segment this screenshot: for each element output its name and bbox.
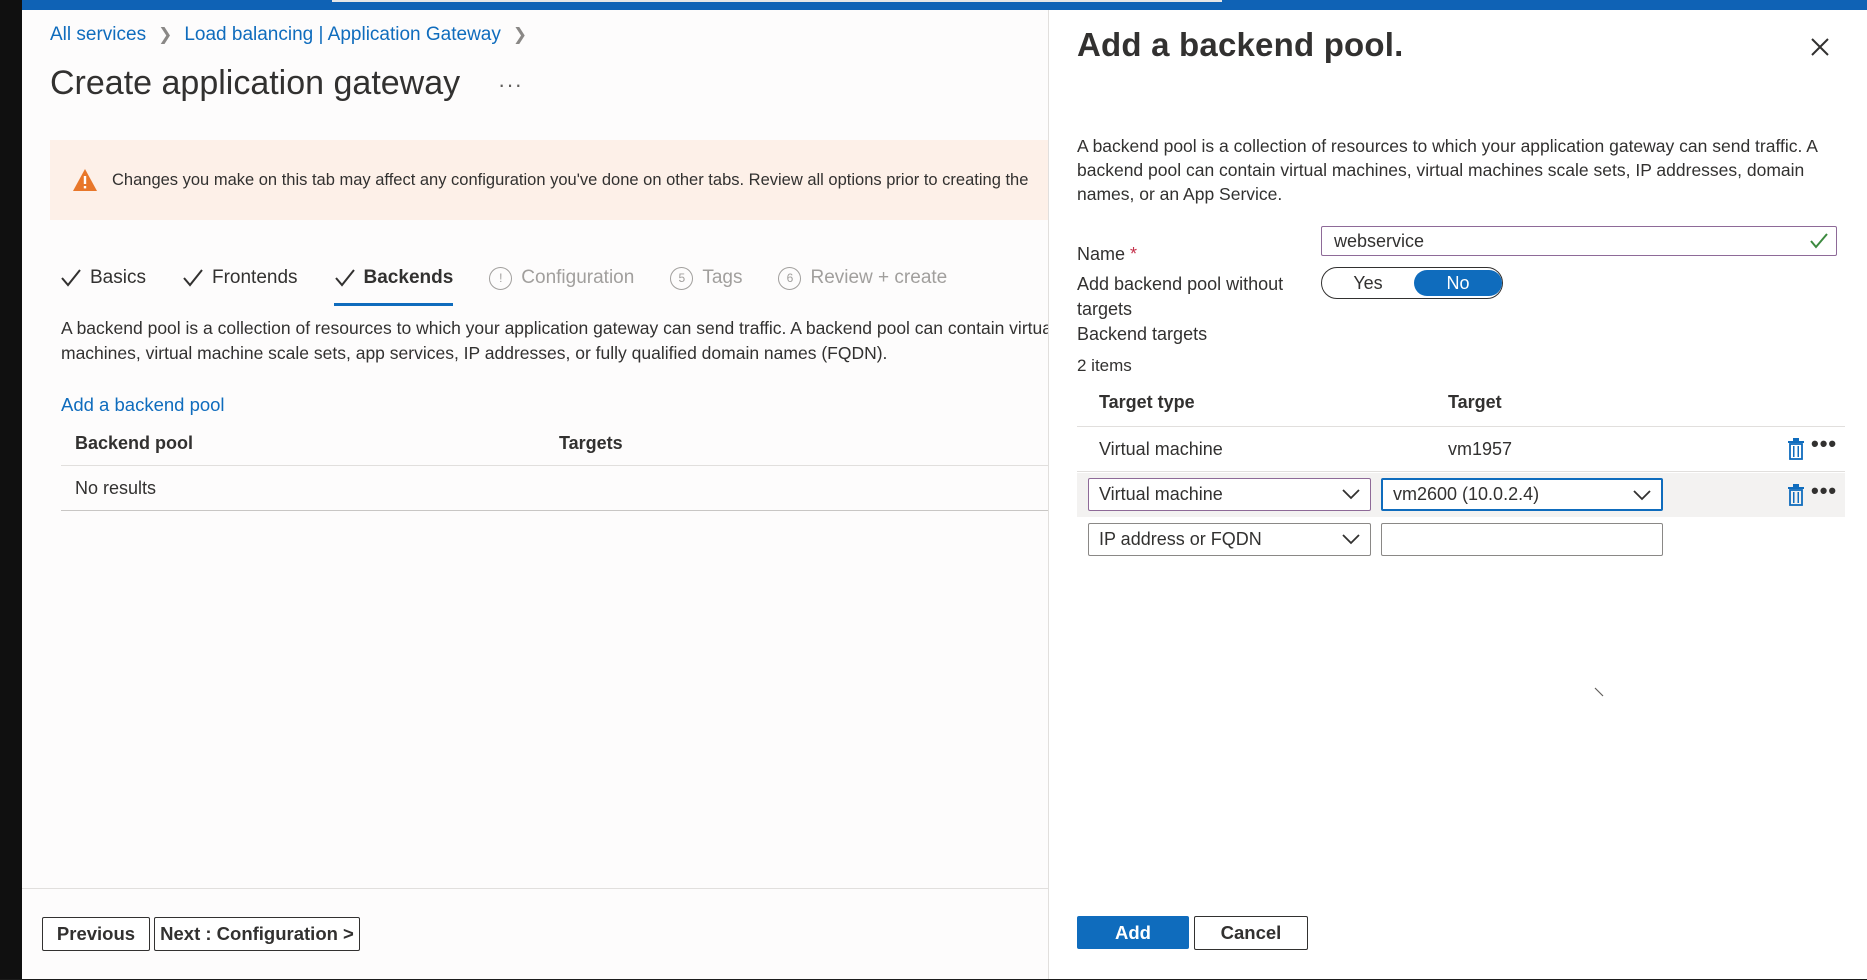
targets-table-header: Target type Target <box>1077 378 1845 427</box>
tab-label: Review + create <box>810 267 948 288</box>
without-targets-toggle[interactable]: Yes No <box>1321 267 1503 299</box>
mouse-cursor-icon <box>1594 687 1604 697</box>
column-header-target-type: Target type <box>1099 392 1195 412</box>
chevron-down-icon <box>1633 490 1651 501</box>
wizard-footer: Previous Next : Configuration > <box>22 888 1048 980</box>
tab-label: Configuration <box>521 267 635 288</box>
add-button[interactable]: Add <box>1077 916 1189 949</box>
add-backend-pool-panel: Add a backend pool. A backend pool is a … <box>1048 10 1867 979</box>
panel-title: Add a backend pool. <box>1077 26 1404 63</box>
portal-top-bar <box>22 0 1867 10</box>
delete-icon[interactable] <box>1787 484 1805 506</box>
target-cell: vm1957 <box>1448 438 1513 459</box>
backend-pool-table: Backend pool Targets No results <box>61 422 1061 511</box>
items-count: 2 items <box>1077 356 1132 375</box>
table-row: Virtual machine vm1957 ••• <box>1077 427 1845 471</box>
chevron-right-icon: ❯ <box>512 25 528 44</box>
checkmark-icon <box>334 269 355 287</box>
backend-targets-label: Backend targets <box>1077 324 1208 344</box>
name-input-value: webservice <box>1334 230 1425 251</box>
column-header-target: Target <box>1448 392 1502 412</box>
checkmark-icon <box>61 269 81 287</box>
target-input[interactable] <box>1381 523 1663 556</box>
tab-label: Backends <box>363 267 454 288</box>
tab-configuration[interactable]: ! Configuration <box>489 258 634 298</box>
previous-button[interactable]: Previous <box>42 917 150 951</box>
name-label-text: Name <box>1077 244 1126 264</box>
table-header: Backend pool Targets <box>61 422 1061 466</box>
empty-results-text: No results <box>75 477 157 498</box>
tab-frontends[interactable]: Frontends <box>182 258 298 298</box>
column-header-targets: Targets <box>559 433 623 453</box>
dropdown-value: IP address or FQDN <box>1099 529 1262 549</box>
tab-tags[interactable]: 5 Tags <box>670 258 742 298</box>
close-icon[interactable] <box>1809 36 1831 58</box>
tab-review-create[interactable]: 6 Review + create <box>778 258 947 298</box>
toggle-yes-option[interactable]: Yes <box>1324 270 1412 296</box>
delete-icon[interactable] <box>1787 438 1805 460</box>
next-configuration-button[interactable]: Next : Configuration > <box>154 917 360 951</box>
target-type-dropdown[interactable]: IP address or FQDN <box>1088 523 1371 556</box>
create-gateway-blade: All services ❯ Load balancing | Applicat… <box>22 10 1061 980</box>
row-divider <box>1077 471 1845 472</box>
more-options-button[interactable]: ··· <box>498 72 523 98</box>
breadcrumb-all-services[interactable]: All services <box>50 24 146 46</box>
more-icon[interactable]: ••• <box>1811 431 1837 457</box>
cancel-button[interactable]: Cancel <box>1194 916 1308 950</box>
step-number-icon: 6 <box>778 266 802 290</box>
tab-label: Basics <box>90 267 146 288</box>
required-marker: * <box>1130 244 1138 264</box>
warning-text: Changes you make on this tab may affect … <box>112 170 1029 189</box>
checkmark-icon <box>183 269 203 287</box>
add-backend-pool-link[interactable]: Add a backend pool <box>61 394 225 416</box>
target-dropdown[interactable]: vm2600 (10.0.2.4) <box>1381 478 1663 511</box>
column-header-backend-pool: Backend pool <box>75 433 194 453</box>
target-type-cell: Virtual machine <box>1099 438 1223 459</box>
chevron-down-icon <box>1342 489 1360 500</box>
without-targets-label: Add backend pool without targets <box>1077 274 1284 319</box>
valid-check-icon <box>1810 233 1828 249</box>
target-type-dropdown[interactable]: Virtual machine <box>1088 478 1371 511</box>
step-number-icon: 5 <box>670 266 694 290</box>
breadcrumb: All services ❯ Load balancing | Applicat… <box>50 24 539 46</box>
alert-circle-icon: ! <box>489 266 513 290</box>
more-icon[interactable]: ••• <box>1811 478 1837 504</box>
toggle-no-option[interactable]: No <box>1414 270 1502 296</box>
name-label: Name * <box>1077 244 1137 265</box>
warning-icon <box>73 169 97 191</box>
tab-basics[interactable]: Basics <box>60 258 146 298</box>
wizard-tabs: Basics Frontends Backends ! Configuratio… <box>60 258 983 306</box>
window-left-edge <box>0 0 22 979</box>
dropdown-value: vm2600 (10.0.2.4) <box>1393 484 1540 504</box>
chevron-right-icon: ❯ <box>158 25 173 44</box>
tab-backends[interactable]: Backends <box>333 258 454 306</box>
tab-label: Tags <box>702 267 743 288</box>
panel-description: A backend pool is a collection of resour… <box>1077 136 1817 204</box>
page-title: Create application gateway <box>50 64 461 102</box>
tab-label: Frontends <box>211 267 298 288</box>
warning-banner: Changes you make on this tab may affect … <box>50 140 1050 220</box>
name-input[interactable]: webservice <box>1321 226 1837 256</box>
backends-description: A backend pool is a collection of resour… <box>61 318 1056 363</box>
table-row: No results <box>61 466 1061 511</box>
chevron-down-icon <box>1342 534 1360 545</box>
top-bar-strip <box>332 0 1222 2</box>
dropdown-value: Virtual machine <box>1099 484 1223 504</box>
breadcrumb-load-balancing[interactable]: Load balancing | Application Gateway <box>184 24 501 46</box>
